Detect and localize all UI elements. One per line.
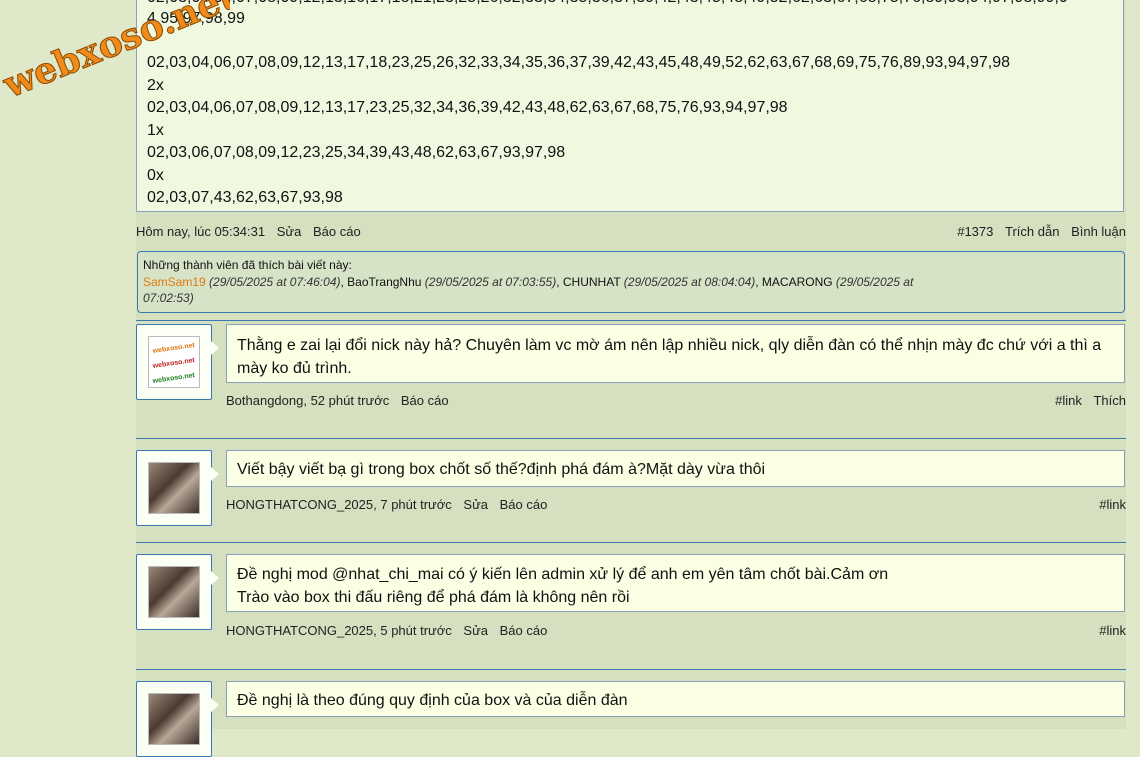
avatar[interactable] — [136, 681, 219, 757]
message-lines: 02,03,04,06,07,08,09,12,13,17,18,23,25,2… — [147, 52, 1010, 210]
message-line-cut: 02,03,04,06,07,08,09,12,13,16,17,18,21,2… — [147, 0, 1117, 10]
permalink[interactable]: #link — [1055, 393, 1082, 408]
post-message: Đề nghị là theo đúng quy định của box và… — [226, 681, 1125, 717]
liker-name[interactable]: MACARONG — [762, 275, 833, 289]
avatar-image: webxoso.net webxoso.net webxoso.net — [148, 336, 200, 388]
post-message-body: 02,03,04,06,07,08,09,12,13,16,17,18,21,2… — [136, 0, 1124, 212]
like-link[interactable]: Thích — [1093, 393, 1126, 408]
avatar-pointer — [211, 467, 219, 481]
report-link[interactable]: Báo cáo — [401, 393, 449, 408]
message-line: 2x — [147, 76, 164, 94]
post-actions: #link Thích — [1047, 393, 1126, 408]
likes-box: Những thành viên đã thích bài viết này: … — [137, 251, 1125, 313]
post-author-time[interactable]: Bothangdong, 52 phút trước — [226, 393, 389, 408]
permalink[interactable]: #link — [1099, 497, 1126, 512]
report-link[interactable]: Báo cáo — [500, 497, 548, 512]
quote-link[interactable]: Trích dẫn — [1005, 224, 1059, 239]
avatar[interactable] — [136, 554, 219, 630]
post-actions: #link — [1091, 497, 1126, 512]
message-line: 02,03,07,43,62,63,67,93,98 — [147, 189, 343, 206]
message-text: mày ko đủ trình. — [237, 359, 352, 377]
avatar[interactable]: webxoso.net webxoso.net webxoso.net — [136, 324, 219, 400]
avatar-image — [148, 566, 200, 618]
like-date: (29/05/2025 at 08:04:04) — [623, 274, 756, 289]
avatar-pointer — [211, 341, 219, 355]
report-link[interactable]: Báo cáo — [313, 224, 361, 239]
report-link[interactable]: Báo cáo — [500, 623, 548, 638]
post-number-link[interactable]: #1373 — [957, 224, 993, 239]
post-meta: HONGTHATCONG_2025, 7 phút trước Sửa Báo … — [226, 497, 555, 512]
post-meta: Hôm nay, lúc 05:34:31 Sửa Báo cáo — [136, 224, 369, 239]
post-actions: #1373 Trích dẫn Bình luận — [949, 224, 1126, 239]
post-message: Đề nghị mod @nhat_chi_mai có ý kiến lên … — [226, 554, 1125, 612]
post-actions: #link — [1091, 623, 1126, 638]
avatar-pointer — [211, 698, 219, 712]
message-line: 1x — [147, 121, 164, 139]
post-divider — [136, 320, 1126, 321]
liker-name[interactable]: CHUNHAT — [563, 275, 621, 289]
post-divider — [136, 438, 1126, 439]
post-message: Thằng e zai lại đổi nick này hả? Chuyên … — [226, 324, 1125, 383]
webxoso-logo-icon: webxoso.net webxoso.net webxoso.net — [149, 337, 199, 387]
avatar[interactable] — [136, 450, 219, 526]
message-text: Đề nghị mod @nhat_chi_mai có ý kiến lên … — [237, 566, 889, 583]
avatar-pointer — [211, 571, 219, 585]
message-line: 0x — [147, 166, 164, 184]
like-date-tail: 07:02:53) — [143, 291, 194, 305]
message-text: Đề nghị là theo đúng quy định của box và… — [237, 692, 628, 709]
message-line: 02,03,04,06,07,08,09,12,13,17,23,25,32,3… — [147, 99, 788, 116]
post-meta: HONGTHATCONG_2025, 5 phút trước Sửa Báo … — [226, 623, 555, 638]
like-date: (29/05/2025 at 07:46:04) — [209, 274, 341, 289]
message-line-partial: 4,95,97,98,99 — [147, 10, 245, 27]
comment-link[interactable]: Bình luận — [1071, 224, 1126, 239]
likes-header: Những thành viên đã thích bài viết này: — [143, 258, 352, 272]
edit-link[interactable]: Sửa — [463, 497, 488, 512]
post-divider — [136, 542, 1126, 543]
avatar-image — [148, 462, 200, 514]
like-date: (29/05/2025 at — [835, 274, 914, 289]
edit-link[interactable]: Sửa — [463, 623, 488, 638]
post-author-time[interactable]: HONGTHATCONG_2025, 7 phút trước — [226, 497, 452, 512]
avatar-image — [148, 693, 200, 745]
post-message: Viết bậy viết bạ gì trong box chốt số th… — [226, 450, 1125, 487]
message-line: 02,03,06,07,08,09,12,23,25,34,39,43,48,6… — [147, 144, 566, 161]
post-time: Hôm nay, lúc 05:34:31 — [136, 224, 266, 239]
message-text: Trào vào box thi đấu riêng để phá đám là… — [237, 588, 630, 606]
edit-link[interactable]: Sửa — [277, 224, 302, 239]
liker-name[interactable]: SamSam19 — [143, 275, 206, 289]
post-meta: Bothangdong, 52 phút trước Báo cáo — [226, 393, 457, 408]
post-divider — [136, 669, 1126, 670]
post-author-time[interactable]: HONGTHATCONG_2025, 5 phút trước — [226, 623, 452, 638]
like-date: (29/05/2025 at 07:03:55) — [424, 274, 557, 289]
message-text: Thằng e zai lại đổi nick này hả? Chuyên … — [237, 337, 1102, 354]
permalink[interactable]: #link — [1099, 623, 1126, 638]
liker-name[interactable]: BaoTrangNhu — [347, 275, 421, 289]
message-text: Viết bậy viết bạ gì trong box chốt số th… — [237, 461, 766, 478]
message-line: 02,03,04,06,07,08,09,12,13,17,18,23,25,2… — [147, 54, 1010, 71]
